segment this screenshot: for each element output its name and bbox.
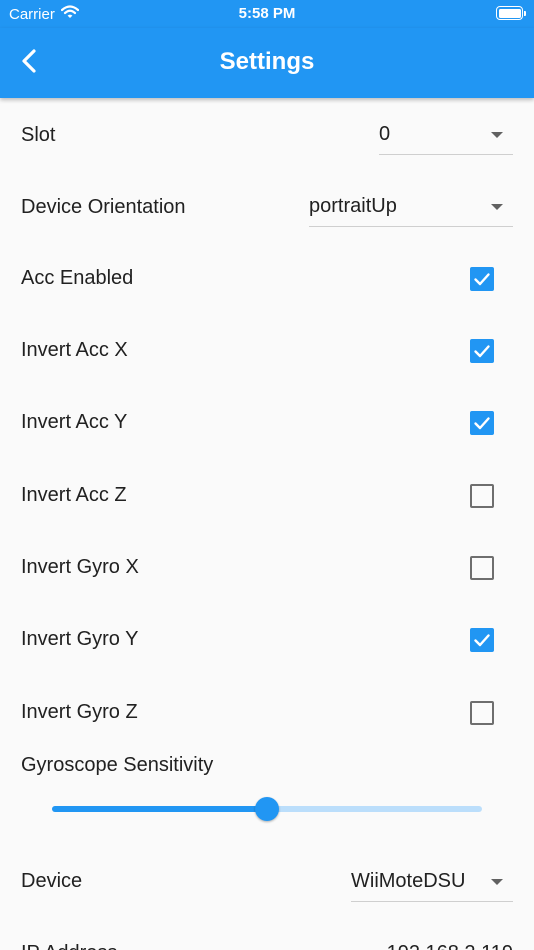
device-value: WiiMoteDSU — [351, 870, 466, 892]
toggle-label: Acc Enabled — [21, 267, 134, 289]
slot-dropdown[interactable]: 0 — [379, 117, 513, 155]
toggle-row-invert-gyro-z: Invert Gyro Z — [0, 700, 534, 726]
dropdown-arrow-icon — [491, 879, 503, 885]
ip-address-value: 192.168.2.119 — [387, 942, 513, 950]
device-dropdown[interactable]: WiiMoteDSU — [351, 864, 513, 902]
invert-gyro-x-checkbox[interactable] — [470, 556, 494, 580]
toggle-row-invert-gyro-y: Invert Gyro Y — [0, 627, 534, 653]
invert-acc-z-checkbox[interactable] — [470, 484, 494, 508]
slot-value: 0 — [379, 123, 391, 145]
toggle-label: Invert Acc Y — [21, 411, 128, 433]
invert-acc-y-checkbox[interactable] — [470, 411, 494, 435]
toggle-row-invert-acc-x: Invert Acc X — [0, 338, 534, 364]
toggle-row-invert-gyro-x: Invert Gyro X — [0, 555, 534, 581]
checkmark-icon — [474, 417, 490, 430]
battery-icon — [496, 6, 526, 20]
toggle-label: Invert Acc Z — [21, 484, 127, 506]
device-label: Device — [21, 870, 83, 892]
status-time: 5:58 PM — [238, 5, 296, 22]
device-orientation-label: Device Orientation — [21, 196, 186, 218]
app-bar: Settings — [0, 28, 534, 98]
toggle-label: Invert Gyro Z — [21, 701, 138, 723]
toggle-row-invert-acc-z: Invert Acc Z — [0, 483, 534, 509]
slider-active-track — [52, 806, 267, 812]
toggle-label: Invert Gyro X — [21, 556, 139, 578]
checkmark-icon — [474, 273, 490, 286]
toggle-label: Invert Gyro Y — [21, 628, 139, 650]
checkmark-icon — [474, 345, 490, 358]
device-orientation-value: portraitUp — [309, 195, 397, 217]
ip-address-label: IP Address — [21, 942, 117, 950]
device-orientation-dropdown[interactable]: portraitUp — [309, 189, 513, 227]
invert-gyro-y-checkbox[interactable] — [470, 628, 494, 652]
battery-level — [498, 8, 521, 18]
page-title: Settings — [219, 48, 315, 75]
slot-label: Slot — [21, 124, 56, 146]
checkmark-icon — [474, 634, 490, 647]
acc-enabled-checkbox[interactable] — [470, 267, 494, 291]
status-bar: Carrier 5:58 PM — [0, 0, 534, 28]
gyroscope-sensitivity-label: Gyroscope Sensitivity — [21, 754, 214, 776]
slider-thumb[interactable] — [255, 797, 279, 821]
invert-acc-x-checkbox[interactable] — [470, 339, 494, 363]
invert-gyro-z-checkbox[interactable] — [470, 701, 494, 725]
toggle-row-acc-enabled: Acc Enabled — [0, 266, 534, 292]
dropdown-arrow-icon — [491, 204, 503, 210]
dropdown-arrow-icon — [491, 132, 503, 138]
gyroscope-sensitivity-slider[interactable] — [52, 797, 482, 821]
toggle-label: Invert Acc X — [21, 339, 128, 361]
toggle-row-invert-acc-y: Invert Acc Y — [0, 410, 534, 436]
